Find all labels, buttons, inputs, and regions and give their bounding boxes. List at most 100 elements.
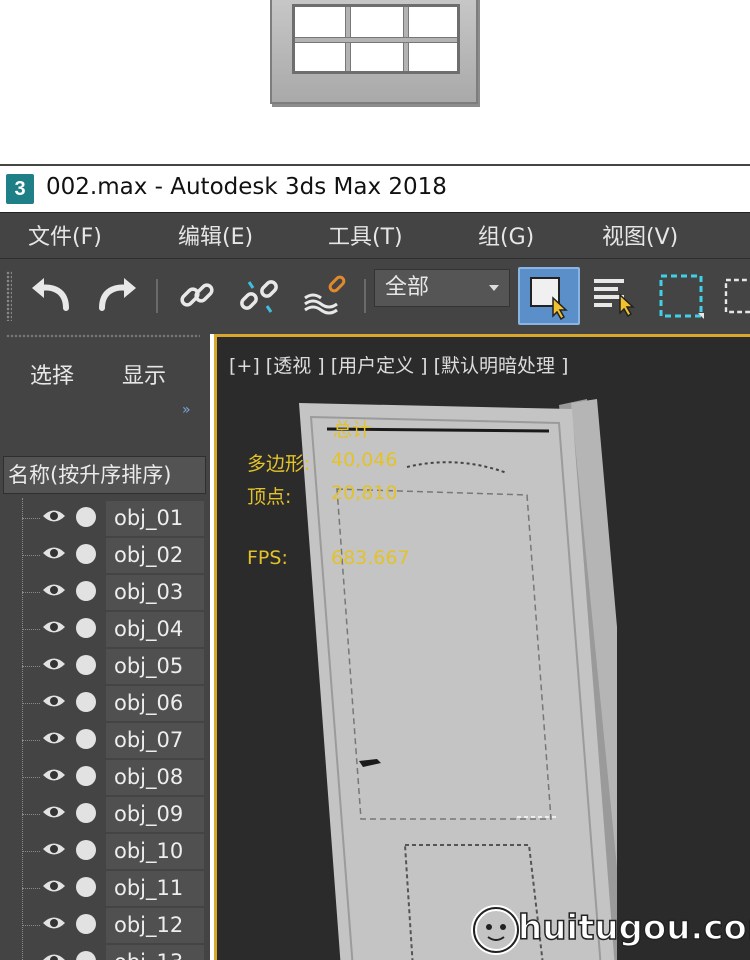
- tree-connector: [22, 740, 40, 741]
- title-bar: 3 002.max - Autodesk 3ds Max 2018: [0, 166, 750, 212]
- tree-connector: [22, 592, 40, 593]
- object-row[interactable]: obj_07: [0, 722, 210, 759]
- selection-filter-dropdown[interactable]: 全部: [374, 269, 510, 307]
- freeze-dot-icon[interactable]: [76, 951, 96, 960]
- eye-icon[interactable]: [42, 802, 66, 822]
- perspective-viewport[interactable]: [+] [透视 ] [用户定义 ] [默认明暗处理 ] 总计 多边形: 40,0…: [214, 334, 750, 960]
- eye-icon[interactable]: [42, 617, 66, 637]
- object-name[interactable]: obj_03: [106, 575, 204, 610]
- object-name[interactable]: obj_12: [106, 908, 204, 943]
- freeze-dot-icon[interactable]: [76, 544, 96, 564]
- object-row[interactable]: obj_04: [0, 611, 210, 648]
- eye-icon[interactable]: [42, 839, 66, 859]
- window-frame-graphic: [270, 0, 478, 104]
- menu-views[interactable]: 视图(V): [602, 219, 678, 251]
- stats-polygons-label: 多边形:: [247, 453, 311, 475]
- object-row[interactable]: obj_01: [0, 500, 210, 537]
- stats-fps-value: 683.667: [331, 547, 410, 569]
- freeze-dot-icon[interactable]: [76, 840, 96, 860]
- tree-connector: [22, 777, 40, 778]
- tab-display[interactable]: 显示: [122, 358, 166, 390]
- tree-connector: [22, 703, 40, 704]
- eye-icon[interactable]: [42, 950, 66, 960]
- bind-spacewarp-icon[interactable]: [298, 269, 352, 323]
- stats-fps-label: FPS:: [247, 547, 288, 569]
- object-row[interactable]: obj_13: [0, 944, 210, 960]
- selection-filter-value: 全部: [385, 275, 430, 300]
- tree-connector: [22, 629, 40, 630]
- tree-connector: [22, 518, 40, 519]
- eye-icon[interactable]: [42, 654, 66, 674]
- tab-select[interactable]: 选择: [30, 358, 74, 390]
- eye-icon[interactable]: [42, 691, 66, 711]
- object-name[interactable]: obj_01: [106, 501, 204, 536]
- object-name[interactable]: obj_09: [106, 797, 204, 832]
- object-row[interactable]: obj_05: [0, 648, 210, 685]
- expand-more-icon[interactable]: »: [182, 402, 190, 418]
- menu-tools[interactable]: 工具(T): [328, 219, 403, 251]
- select-object-icon[interactable]: [518, 267, 580, 325]
- object-name[interactable]: obj_06: [106, 686, 204, 721]
- object-name[interactable]: obj_10: [106, 834, 204, 869]
- object-row[interactable]: obj_02: [0, 537, 210, 574]
- freeze-dot-icon[interactable]: [76, 692, 96, 712]
- menu-edit[interactable]: 编辑(E): [178, 219, 253, 251]
- window-crossing-icon[interactable]: [718, 269, 750, 323]
- freeze-dot-icon[interactable]: [76, 803, 96, 823]
- main-toolbar: 全部: [0, 258, 750, 334]
- freeze-dot-icon[interactable]: [76, 914, 96, 934]
- chevron-down-icon: [489, 285, 499, 291]
- object-name[interactable]: obj_13: [106, 945, 204, 960]
- menu-file[interactable]: 文件(F): [28, 219, 102, 251]
- 3dsmax-app-icon[interactable]: 3: [6, 174, 34, 204]
- link-icon[interactable]: [170, 269, 224, 323]
- object-name[interactable]: obj_05: [106, 649, 204, 684]
- rect-selection-icon[interactable]: [654, 269, 708, 323]
- eye-icon[interactable]: [42, 580, 66, 600]
- freeze-dot-icon[interactable]: [76, 581, 96, 601]
- object-name[interactable]: obj_08: [106, 760, 204, 795]
- eye-icon[interactable]: [42, 765, 66, 785]
- tree-connector: [22, 666, 40, 667]
- object-name[interactable]: obj_07: [106, 723, 204, 758]
- eye-icon[interactable]: [42, 543, 66, 563]
- unlink-icon[interactable]: [232, 269, 286, 323]
- panel-grip[interactable]: [6, 334, 200, 338]
- toolbar-divider: [364, 279, 366, 313]
- tree-connector: [22, 814, 40, 815]
- freeze-dot-icon[interactable]: [76, 729, 96, 749]
- tree-connector: [22, 925, 40, 926]
- freeze-dot-icon[interactable]: [76, 618, 96, 638]
- object-row[interactable]: obj_12: [0, 907, 210, 944]
- freeze-dot-icon[interactable]: [76, 766, 96, 786]
- object-row[interactable]: obj_11: [0, 870, 210, 907]
- object-row[interactable]: obj_03: [0, 574, 210, 611]
- freeze-dot-icon[interactable]: [76, 507, 96, 527]
- object-name[interactable]: obj_02: [106, 538, 204, 573]
- redo-icon[interactable]: [90, 269, 144, 323]
- object-name[interactable]: obj_04: [106, 612, 204, 647]
- freeze-dot-icon[interactable]: [76, 877, 96, 897]
- object-row[interactable]: obj_06: [0, 685, 210, 722]
- object-row[interactable]: obj_09: [0, 796, 210, 833]
- undo-icon[interactable]: [24, 269, 78, 323]
- stats-vertices-value: 20,810: [331, 482, 398, 504]
- select-by-name-icon[interactable]: [588, 269, 642, 323]
- stats-vertices-label: 顶点:: [247, 486, 292, 508]
- viewport-label[interactable]: [+] [透视 ] [用户定义 ] [默认明暗处理 ]: [229, 351, 568, 378]
- watermark-logo: huitugou.com: [468, 898, 750, 958]
- freeze-dot-icon[interactable]: [76, 655, 96, 675]
- object-row[interactable]: obj_08: [0, 759, 210, 796]
- menu-group[interactable]: 组(G): [478, 219, 534, 251]
- eye-icon[interactable]: [42, 506, 66, 526]
- toolbar-grip[interactable]: [6, 271, 12, 321]
- eye-icon[interactable]: [42, 876, 66, 896]
- object-row[interactable]: obj_10: [0, 833, 210, 870]
- scene-explorer-panel: 选择 显示 » 名称(按升序排序) obj_01 obj_02 obj_03 obj_…: [0, 334, 210, 960]
- window-model-preview: [0, 0, 750, 165]
- eye-icon[interactable]: [42, 913, 66, 933]
- eye-icon[interactable]: [42, 728, 66, 748]
- name-column-header[interactable]: 名称(按升序排序): [3, 456, 206, 494]
- object-name[interactable]: obj_11: [106, 871, 204, 906]
- stats-total-label: 总计: [333, 419, 372, 441]
